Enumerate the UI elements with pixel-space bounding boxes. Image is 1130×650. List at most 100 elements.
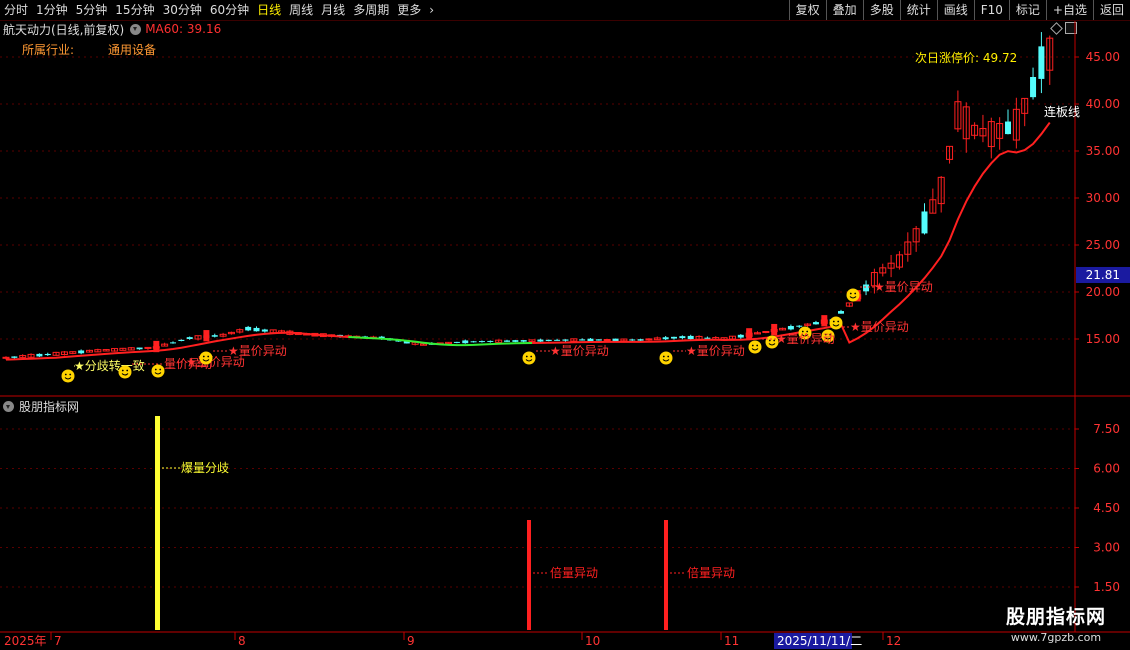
- watermark: 股朋指标网 www.7gpzb.com: [986, 602, 1126, 644]
- candle-body: [562, 339, 569, 341]
- candle-body: [737, 334, 744, 338]
- candle-body: [453, 341, 460, 343]
- candle-body: [178, 339, 185, 341]
- candle-body: [537, 339, 544, 342]
- time-label: 2025/11/11/二: [777, 634, 862, 648]
- indicator-title: 股朋指标网: [3, 398, 79, 415]
- smiley-icon: [849, 292, 852, 295]
- smiley-icon: [662, 355, 665, 358]
- smiley-icon: [151, 364, 165, 378]
- signal-label: ★量价异动: [686, 344, 745, 358]
- signal-label: ★量价异动: [228, 344, 287, 358]
- watermark-title: 股朋指标网: [1005, 606, 1106, 628]
- candle-body-strong: [821, 315, 828, 327]
- candle-body: [921, 211, 928, 234]
- candle-body: [261, 329, 268, 332]
- price-tick-label: 25.00: [1086, 238, 1120, 252]
- candle-body: [487, 340, 494, 342]
- indicator-tick-label: 7.50: [1093, 422, 1120, 436]
- candle-body: [1038, 46, 1045, 79]
- time-label: 9: [407, 634, 415, 648]
- candle-body: [637, 339, 644, 341]
- time-label: 12: [886, 634, 901, 648]
- signal-label: ★量价异动: [874, 280, 933, 294]
- current-price-label: 21.81: [1086, 268, 1120, 282]
- candle-body: [587, 338, 594, 342]
- candle-body: [863, 284, 870, 292]
- candle-body: [762, 330, 770, 333]
- smiley-icon: [525, 355, 528, 358]
- candle-body: [253, 327, 260, 332]
- candle-body: [1030, 76, 1037, 98]
- limit-up-price: 次日涨停价: 49.72: [915, 50, 1017, 65]
- candle-body: [671, 336, 677, 339]
- indicator-label: 倍量异动: [550, 565, 598, 580]
- smiley-icon: [846, 288, 860, 302]
- smiley-icon: [854, 292, 857, 295]
- kline-chart[interactable]: 45.00 40.00 35.00 30.00 25.00 20.00 15.00 7.50 6…: [0, 0, 1130, 650]
- signal-label: ★量价异动: [776, 332, 835, 346]
- board-line-label: 连板线: [1044, 104, 1080, 119]
- smiley-icon: [522, 351, 536, 365]
- price-tick-label: 35.00: [1086, 144, 1120, 158]
- smiley-icon: [126, 369, 129, 372]
- smiley-icon: [832, 320, 835, 323]
- smiley-icon: [829, 316, 843, 330]
- smiley-icon: [773, 339, 776, 342]
- candle-body: [44, 353, 51, 356]
- smiley-icon: [199, 351, 213, 365]
- smiley-icon: [159, 368, 162, 371]
- indicator-bar: [664, 520, 668, 630]
- indicator-tick-label: 6.00: [1093, 462, 1120, 476]
- smiley-icon: [530, 355, 533, 358]
- ma-line: [532, 121, 1051, 345]
- indicator-bar: [527, 520, 531, 630]
- price-tick-label: 15.00: [1086, 332, 1120, 346]
- indicator-tick-label: 3.00: [1093, 541, 1120, 555]
- time-label: 11: [724, 634, 739, 648]
- time-label: 8: [238, 634, 246, 648]
- smiley-icon: [64, 373, 67, 376]
- candle-body-strong: [746, 328, 753, 340]
- smiley-icon: [121, 369, 124, 372]
- candle-body: [245, 326, 252, 331]
- smiley-icon: [154, 368, 157, 371]
- indicator-dropdown-icon[interactable]: [3, 401, 14, 412]
- candle-body: [629, 339, 636, 341]
- smiley-icon: [751, 344, 754, 347]
- candle-body: [687, 335, 694, 340]
- candle-body: [504, 340, 510, 342]
- smiley-icon: [202, 355, 205, 358]
- indicator-bar: [155, 416, 160, 630]
- candle-body: [679, 336, 686, 339]
- signal-label: ★量价异动: [850, 320, 909, 334]
- indicator-label: 爆量分歧: [181, 461, 229, 475]
- candle-body: [579, 339, 586, 341]
- smiley-icon: [768, 339, 771, 342]
- price-tick-label: 40.00: [1086, 97, 1120, 111]
- time-label: 2025年: [4, 634, 47, 648]
- indicator-name: 股朋指标网: [19, 400, 80, 414]
- smiley-icon: [207, 355, 210, 358]
- indicator-tick-label: 1.50: [1093, 580, 1120, 594]
- signal-label: ★分歧转一致: [74, 358, 145, 373]
- price-tick-label: 20.00: [1086, 285, 1120, 299]
- candle-body: [838, 311, 844, 314]
- candle-body: [1005, 121, 1011, 135]
- candle-body: [595, 339, 602, 341]
- candle-body: [462, 340, 469, 344]
- indicator-tick-label: 4.50: [1093, 501, 1120, 515]
- candle-body: [662, 337, 669, 340]
- candle-body: [787, 326, 794, 330]
- candle-body: [136, 347, 143, 350]
- smiley-icon: [667, 355, 670, 358]
- smiley-icon: [61, 369, 75, 383]
- candle-body: [211, 335, 218, 337]
- indicator-label: 倍量异动: [687, 565, 735, 580]
- candle-body: [78, 350, 85, 354]
- candle-body: [603, 339, 611, 342]
- candle-body: [554, 339, 561, 341]
- candle-body: [186, 337, 193, 339]
- watermark-url: www.7gpzb.com: [1010, 631, 1102, 644]
- candle-body: [11, 356, 18, 358]
